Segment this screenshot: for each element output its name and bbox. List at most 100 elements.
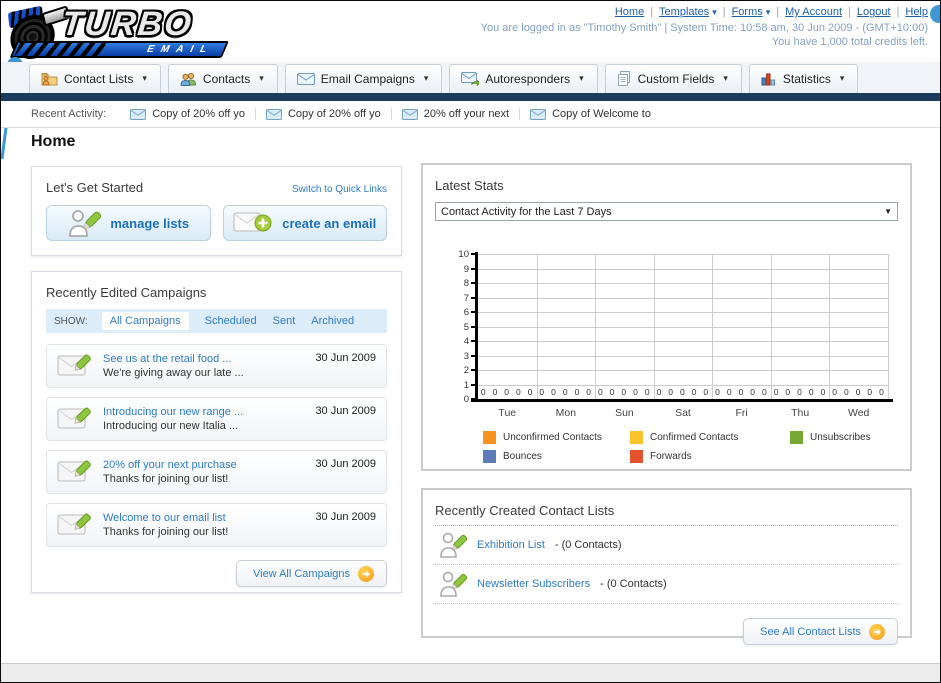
get-started-buttons: manage lists create an email [46,205,387,241]
nav-link-home[interactable]: Home [615,6,644,18]
gridline [478,341,888,342]
nav-link-forms[interactable]: Forms ▾ [732,6,771,18]
filter-archived[interactable]: Archived [311,315,354,327]
recent-activity-item[interactable]: Copy of 20% off yo [120,108,256,120]
y-tick-label: 3 [463,350,469,362]
contact-lists-panel: Recently Created Contact Lists Exhibitio… [421,488,912,645]
envelope-icon [265,108,282,120]
legend-label: Bounces [503,451,542,462]
data-value-label: 0 [539,387,545,397]
chevron-down-icon: ▾ [723,73,728,83]
legend-item-forwards: Forwards [630,450,790,463]
nav-link-logout[interactable]: Logout [857,6,891,18]
legend-item-unsubscribes: Unsubscribes [790,431,941,444]
campaign-text: Introducing our new range ... Introducing… [103,405,305,433]
y-tick-label: 6 [463,307,469,318]
gridline [888,254,889,399]
gridline [829,254,831,399]
campaign-edit-icon [57,511,93,539]
campaign-title-link[interactable]: Welcome to our email list [103,511,305,525]
create-an-email-button[interactable]: create an email [222,205,387,241]
chevron-down-icon: ▾ [423,73,429,83]
view-all-campaigns-button[interactable]: View All Campaigns [235,560,387,587]
gridline [478,384,888,386]
contact-list-count: - (0 Contacts) [600,578,667,590]
data-value-label: 0 [832,387,838,397]
y-tick-label: 2 [463,365,469,376]
tab-label: Autoresponders [485,71,571,86]
switch-quick-links-link[interactable]: Switch to Quick Links [292,184,387,195]
stats-report-select[interactable]: Contact Activity for the Last 7 Days ▼ [435,202,898,221]
nav-link-templates[interactable]: Templates ▾ [659,6,717,18]
top-nav: Home | Templates ▾ | Forms ▾ | My Account | Logout… [615,6,928,18]
x-tick-label: Tue [498,407,517,419]
data-value-label: 0 [656,387,662,397]
campaign-list-item[interactable]: Welcome to our email list Thanks for join… [46,503,387,547]
filter-sent[interactable]: Sent [273,315,296,327]
x-tick-label: Sat [675,407,691,419]
contact-list-row[interactable]: Exhibition List - (0 Contacts) [435,526,898,565]
y-tick-label: 8 [463,278,469,289]
tab-autoresponders[interactable]: Autoresponders ▾ [449,64,598,93]
contact-list-row[interactable]: Newsletter Subscribers - (0 Contacts) [435,565,898,604]
campaign-title-link[interactable]: Introducing our new range ... [103,405,305,419]
campaign-subtitle: Introducing our new Italia ... [103,420,239,432]
contacts-icon [180,72,197,86]
nav-link-my-account[interactable]: My Account [785,6,842,18]
get-started-title: Let's Get Started [46,180,144,195]
recent-activity-item-label: Copy of 20% off yo [287,108,381,120]
gridline [478,268,888,270]
nav-link-help[interactable]: Help [905,6,928,18]
tab-label: Email Campaigns [320,71,415,86]
contact-list-name-link[interactable]: Newsletter Subscribers [477,578,590,590]
tab-custom-fields[interactable]: Custom Fields ▾ [604,64,742,93]
chevron-down-icon: ▾ [259,73,264,83]
data-value-label: 0 [738,387,744,397]
campaign-title-link[interactable]: See us at the retail food ... [103,352,305,366]
navy-divider-bar [1,93,940,101]
tab-label: Contacts [202,71,251,86]
data-value-label: 0 [633,387,638,397]
filter-all-campaigns[interactable]: All Campaigns [101,312,189,330]
tab-statistics[interactable]: Statistics ▾ [748,64,859,93]
campaign-list-item[interactable]: Introducing our new range ... Introducing… [46,397,387,441]
tab-contact-lists[interactable]: Contact Lists ▾ [29,64,161,93]
legend-item-confirmed-contacts: Confirmed Contacts [630,431,790,444]
legend-item-unconfirmed-contacts: Unconfirmed Contacts [483,431,630,444]
chevron-down-icon: ▾ [142,73,147,83]
tab-contacts[interactable]: Contacts ▾ [167,64,278,93]
y-tick-label: 0 [463,394,469,405]
see-all-contact-lists-button[interactable]: See All Contact Lists [743,618,898,645]
data-value-label: 0 [785,387,791,397]
gridline [478,254,888,255]
legend-label: Forwards [650,451,692,462]
chevron-down-icon: ▾ [579,73,584,83]
campaign-list-item[interactable]: See us at the retail food ... We're givin… [46,344,387,388]
gridline [478,283,888,284]
recent-activity-item[interactable]: Copy of 20% off yo [256,108,392,120]
recent-activity-items: Copy of 20% off yo Copy of 20% off yo 20% … [120,108,661,120]
contact-list-name-link[interactable]: Exhibition List [477,539,545,551]
arrow-circle-icon [358,565,374,582]
data-value-label: 0 [808,387,814,397]
campaign-title-link[interactable]: 20% off your next purchase [103,458,305,472]
data-value-label: 0 [820,387,826,397]
recent-activity-item[interactable]: Copy of Welcome to [520,108,661,120]
filter-scheduled[interactable]: Scheduled [205,315,257,327]
campaign-filter-bar: SHOW: All Campaigns Scheduled Sent Archived [46,309,387,333]
x-tick-label: Sun [615,407,634,419]
data-value-label: 0 [504,387,510,397]
contact-lists-folder-icon [41,72,58,86]
campaign-filters: All Campaigns Scheduled Sent Archived [101,312,354,330]
manage-lists-button[interactable]: manage lists [46,205,211,241]
y-tick-label: 7 [463,292,469,304]
data-value-label: 0 [762,387,767,397]
tab-email-campaigns[interactable]: Email Campaigns ▾ [284,64,443,93]
contact-list-count: - (0 Contacts) [554,539,622,551]
envelope-icon [401,108,418,120]
recent-activity-item[interactable]: 20% off your next [392,108,521,120]
turbo-email-logo: TURBO EMAIL [7,5,243,59]
data-value-label: 0 [551,387,556,397]
campaign-list-item[interactable]: 20% off your next purchase Thanks for joi… [46,450,387,494]
separator: | [776,6,780,18]
